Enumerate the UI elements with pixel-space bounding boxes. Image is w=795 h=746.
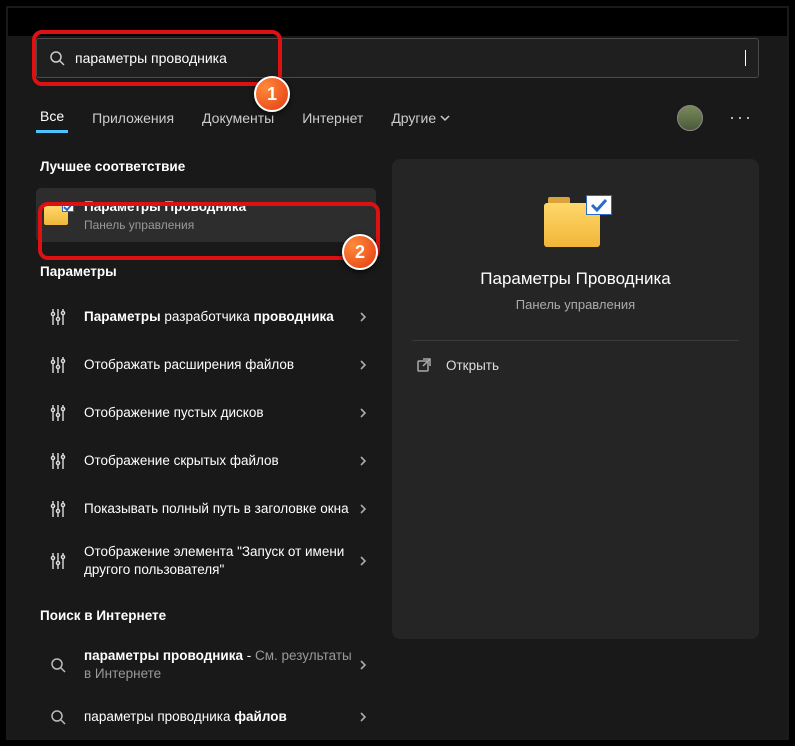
best-match-result[interactable]: Параметры Проводника Панель управления xyxy=(36,188,376,242)
tab-apps[interactable]: Приложения xyxy=(88,104,178,132)
best-match-sub: Панель управления xyxy=(84,218,368,232)
section-best-match: Лучшее соответствие xyxy=(40,159,376,174)
settings-result-title: Отображение скрытых файлов xyxy=(84,452,352,470)
search-icon xyxy=(44,703,72,731)
section-parameters: Параметры xyxy=(40,264,376,279)
preview-panel: Параметры Проводника Панель управления О… xyxy=(392,159,759,639)
search-bar[interactable]: параметры проводника xyxy=(36,38,759,78)
sliders-icon xyxy=(44,399,72,427)
tab-internet[interactable]: Интернет xyxy=(298,104,367,132)
web-result-item[interactable]: параметры проводника файлов xyxy=(36,693,376,741)
sliders-icon xyxy=(44,495,72,523)
section-web-search: Поиск в Интернете xyxy=(40,608,376,623)
sliders-icon xyxy=(44,303,72,331)
settings-result-title: Параметры разработчика проводника xyxy=(84,308,352,326)
user-avatar[interactable] xyxy=(677,105,703,131)
more-options-button[interactable]: ··· xyxy=(723,103,759,132)
text-cursor xyxy=(745,50,746,66)
open-label: Открыть xyxy=(446,358,499,373)
chevron-down-icon xyxy=(440,113,450,123)
annotation-badge-2: 2 xyxy=(342,234,378,270)
divider xyxy=(412,340,739,341)
settings-result-title: Отображать расширения файлов xyxy=(84,356,352,374)
web-result-title: параметры проводника файлов xyxy=(84,708,352,726)
sliders-icon xyxy=(44,547,72,575)
settings-result-title: Отображение элемента "Запуск от имени др… xyxy=(84,543,352,579)
best-match-title: Параметры Проводника xyxy=(84,198,368,216)
filter-tabs: Все Приложения Документы Интернет Другие… xyxy=(36,102,759,133)
tab-more-label: Другие xyxy=(391,110,436,126)
search-icon xyxy=(44,651,72,679)
tab-all[interactable]: Все xyxy=(36,102,68,133)
web-result-item[interactable]: параметры проводника - См. результаты в … xyxy=(36,637,376,693)
search-icon xyxy=(49,50,65,66)
search-input[interactable]: параметры проводника xyxy=(75,50,744,66)
preview-title: Параметры Проводника xyxy=(412,269,739,289)
settings-result-item[interactable]: Отображение скрытых файлов xyxy=(36,437,376,485)
settings-result-title: Показывать полный путь в заголовке окна xyxy=(84,500,352,518)
tab-more[interactable]: Другие xyxy=(387,104,454,132)
folder-options-icon xyxy=(44,201,72,229)
settings-result-item[interactable]: Показывать полный путь в заголовке окна xyxy=(36,485,376,533)
open-icon xyxy=(416,357,432,373)
annotation-badge-1: 1 xyxy=(254,76,290,112)
sliders-icon xyxy=(44,351,72,379)
settings-result-item[interactable]: Отображение пустых дисков xyxy=(36,389,376,437)
settings-result-item[interactable]: Отображать расширения файлов xyxy=(36,341,376,389)
preview-icon xyxy=(544,197,608,251)
settings-result-item[interactable]: Отображение элемента "Запуск от имени др… xyxy=(36,533,376,589)
settings-result-title: Отображение пустых дисков xyxy=(84,404,352,422)
results-panel: Лучшее соответствие Параметры Проводника… xyxy=(36,159,376,741)
open-action[interactable]: Открыть xyxy=(412,345,739,385)
preview-subtitle: Панель управления xyxy=(412,297,739,312)
web-result-title: параметры проводника - См. результаты в … xyxy=(84,647,352,683)
settings-result-item[interactable]: Параметры разработчика проводника xyxy=(36,293,376,341)
sliders-icon xyxy=(44,447,72,475)
